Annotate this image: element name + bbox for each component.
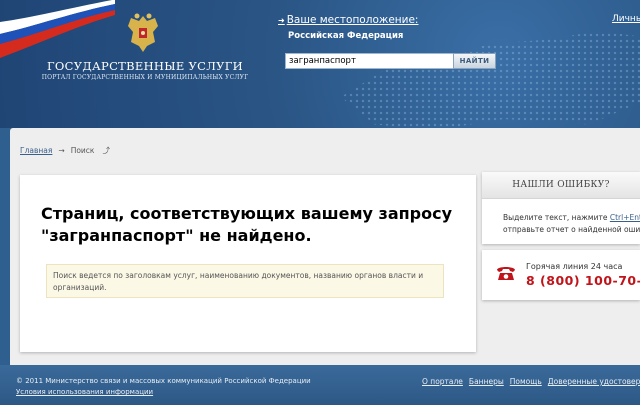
breadcrumb-home[interactable]: Главная (20, 146, 52, 155)
hotline-widget: Горячая линия 24 часа 8 (800) 100-70-10 (482, 250, 640, 300)
return-arrow-icon: ⤴ (102, 146, 110, 155)
footer-link-about[interactable]: О портале (422, 377, 463, 386)
footer-link-trusted-ca[interactable]: Доверенные удостоверяю (548, 377, 640, 386)
breadcrumb-current: Поиск (70, 146, 95, 155)
footer-nav: О портале Баннеры Помощь Доверенные удостов… (422, 377, 640, 386)
current-location: Российская Федерация (288, 31, 404, 41)
russian-flag-icon (0, 0, 115, 58)
footer-link-help[interactable]: Помощь (510, 377, 542, 386)
report-error-line2: отправьте отчет о найденной оши (503, 225, 640, 234)
page: ГОСУДАРСТВЕННЫЕ УСЛУГИ ПОРТАЛ ГОСУДАРСТВ… (0, 0, 640, 405)
report-error-title: НАШЛИ ОШИБКУ? (512, 180, 610, 190)
keyboard-shortcut-link[interactable]: Ctrl+Ent (610, 213, 640, 222)
hotline-number: 8 (800) 100-70-10 (526, 273, 640, 288)
hotline-label: Горячая линия 24 часа (526, 262, 623, 271)
coat-of-arms-icon (128, 13, 158, 52)
portal-subtitle: ПОРТАЛ ГОСУДАРСТВЕННЫХ И МУНИЦИПАЛЬНЫХ У… (41, 74, 249, 81)
footer-link-banners[interactable]: Баннеры (469, 377, 504, 386)
report-error-widget: НАШЛИ ОШИБКУ? Выделите текст, нажмите Ct… (482, 172, 640, 244)
search-button[interactable]: НАЙТИ (453, 53, 496, 69)
arrow-right-icon: ➜ (278, 16, 285, 25)
breadcrumb: Главная → Поиск ⤴ (20, 145, 110, 156)
not-found-heading: Страниц, соответствующих вашему запросу … (41, 204, 453, 245)
report-error-header: НАШЛИ ОШИБКУ? (482, 172, 640, 199)
report-error-line1: Выделите текст, нажмите (503, 213, 610, 222)
terms-of-use-link[interactable]: Условия использования информации (16, 388, 153, 396)
account-link[interactable]: Личный (612, 14, 640, 24)
location-link-label: Ваше местоположение: (286, 14, 419, 26)
search-input[interactable] (285, 53, 456, 69)
phone-icon (497, 267, 515, 280)
header: ГОСУДАРСТВЕННЫЕ УСЛУГИ ПОРТАЛ ГОСУДАРСТВ… (0, 0, 640, 130)
location-link[interactable]: ➜ Ваше местоположение: (278, 14, 418, 26)
copyright-text: © 2011 Министерство связи и массовых ком… (16, 377, 311, 385)
footer: © 2011 Министерство связи и массовых ком… (0, 365, 640, 405)
report-error-instructions: Выделите текст, нажмите Ctrl+Ent отправь… (503, 212, 640, 236)
arrow-right-icon: → (58, 146, 65, 155)
search-results-panel: Страниц, соответствующих вашему запросу … (20, 175, 476, 352)
portal-title: ГОСУДАРСТВЕННЫЕ УСЛУГИ (47, 59, 243, 73)
search-info-note: Поиск ведется по заголовкам услуг, наиме… (46, 264, 444, 298)
